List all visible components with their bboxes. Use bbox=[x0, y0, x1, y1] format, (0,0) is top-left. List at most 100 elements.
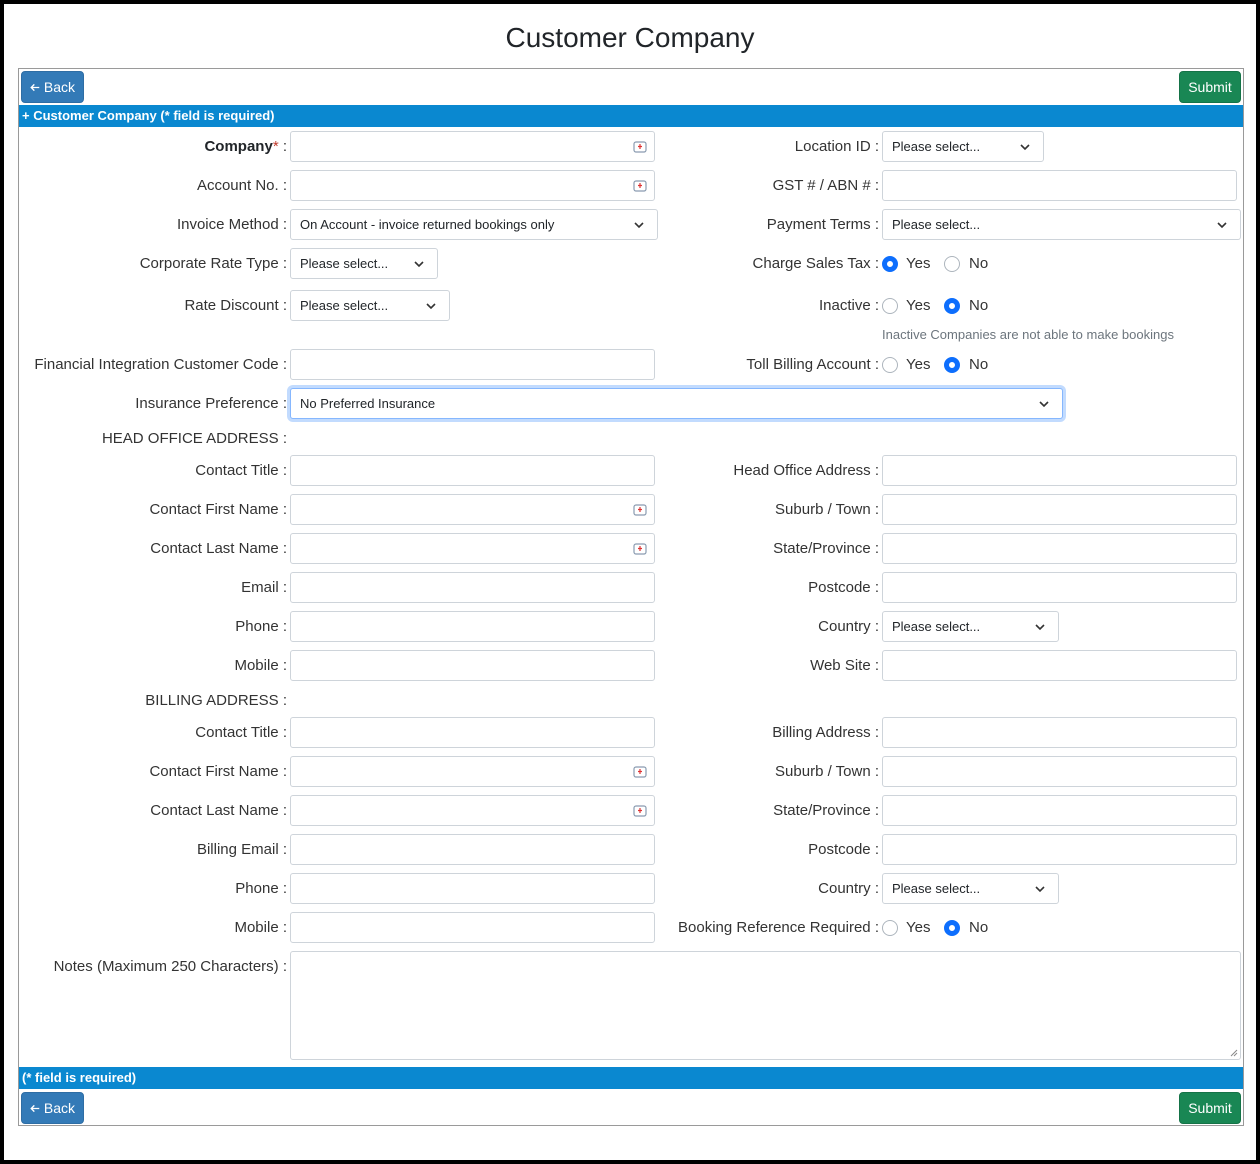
back-label: Back bbox=[43, 79, 75, 95]
notes-label: Notes (Maximum 250 Characters) : bbox=[53, 958, 287, 975]
billing-address-heading: BILLING ADDRESS : bbox=[145, 692, 287, 709]
inactive-label: Inactive : bbox=[818, 297, 879, 314]
head-contact-first-name-input[interactable] bbox=[290, 494, 655, 525]
web-site-label: Web Site : bbox=[810, 657, 879, 674]
invoice-method-select[interactable]: On Account - invoice returned bookings o… bbox=[290, 209, 658, 240]
account-no-input[interactable] bbox=[290, 170, 655, 201]
financial-code-input[interactable] bbox=[290, 349, 655, 380]
customer-company-panel: Back Submit + Customer Company (* field … bbox=[18, 68, 1244, 1126]
no-label: No bbox=[969, 919, 989, 936]
head-state-province-input[interactable] bbox=[882, 533, 1237, 564]
page-title: Customer Company bbox=[505, 22, 755, 53]
rate-discount-value: Please select... bbox=[300, 298, 389, 313]
submit-button-bottom[interactable]: Submit bbox=[1179, 1092, 1241, 1124]
charge-sales-tax-label: Charge Sales Tax : bbox=[752, 255, 879, 272]
yes-label: Yes bbox=[906, 919, 931, 936]
billing-phone-input[interactable] bbox=[290, 873, 655, 904]
billing-contact-first-name-input[interactable] bbox=[290, 756, 655, 787]
gst-abn-input[interactable] bbox=[882, 170, 1237, 201]
toll-billing-yes-radio[interactable] bbox=[882, 357, 898, 373]
booking-ref-yes-radio[interactable] bbox=[882, 920, 898, 936]
web-site-input[interactable] bbox=[882, 650, 1237, 681]
password-manager-icon bbox=[633, 805, 647, 817]
chevron-down-icon bbox=[414, 261, 424, 268]
invoice-method-label: Invoice Method : bbox=[176, 216, 287, 233]
yes-label: Yes bbox=[906, 297, 931, 314]
toll-billing-no-radio[interactable] bbox=[944, 357, 960, 373]
resize-grip-icon[interactable] bbox=[1230, 1049, 1238, 1057]
location-id-label: Location ID : bbox=[794, 138, 879, 155]
suburb-town-label: Suburb / Town : bbox=[775, 763, 879, 780]
booking-ref-no-radio[interactable] bbox=[944, 920, 960, 936]
head-contact-title-input[interactable] bbox=[290, 455, 655, 486]
head-phone-input[interactable] bbox=[290, 611, 655, 642]
rate-discount-select[interactable]: Please select... bbox=[290, 290, 450, 321]
head-country-select[interactable]: Please select... bbox=[882, 611, 1059, 642]
arrow-left-icon bbox=[30, 1104, 40, 1112]
password-manager-icon bbox=[633, 141, 647, 153]
section-header-bar[interactable]: + Customer Company (* field is required) bbox=[19, 105, 1243, 127]
rate-discount-label: Rate Discount : bbox=[184, 297, 287, 314]
location-id-value: Please select... bbox=[892, 139, 981, 154]
billing-postcode-input[interactable] bbox=[882, 834, 1237, 865]
chevron-down-icon bbox=[634, 222, 644, 229]
country-label: Country : bbox=[818, 880, 879, 897]
state-province-label: State/Province : bbox=[773, 540, 879, 557]
payment-terms-value: Please select... bbox=[892, 217, 981, 232]
chevron-down-icon bbox=[426, 303, 436, 310]
chevron-down-icon bbox=[1217, 222, 1227, 229]
billing-state-province-input[interactable] bbox=[882, 795, 1237, 826]
email-label: Email : bbox=[241, 579, 287, 596]
page-frame: Customer Company Back Submit + Customer … bbox=[4, 4, 1256, 1160]
head-mobile-input[interactable] bbox=[290, 650, 655, 681]
head-email-input[interactable] bbox=[290, 572, 655, 603]
head-postcode-input[interactable] bbox=[882, 572, 1237, 603]
notes-textarea[interactable] bbox=[290, 951, 1241, 1060]
location-id-select[interactable]: Please select... bbox=[882, 131, 1044, 162]
billing-mobile-input[interactable] bbox=[290, 912, 655, 943]
inactive-yes-radio[interactable] bbox=[882, 298, 898, 314]
charge-sales-tax-yes-radio[interactable] bbox=[882, 256, 898, 272]
corporate-rate-type-value: Please select... bbox=[300, 256, 389, 271]
password-manager-icon bbox=[633, 504, 647, 516]
company-input[interactable] bbox=[290, 131, 655, 162]
section-footer-bar: (* field is required) bbox=[19, 1067, 1243, 1089]
payment-terms-select[interactable]: Please select... bbox=[882, 209, 1241, 240]
chevron-down-icon bbox=[1035, 886, 1045, 893]
phone-label: Phone : bbox=[235, 880, 287, 897]
postcode-label: Postcode : bbox=[808, 579, 879, 596]
no-label: No bbox=[969, 297, 989, 314]
billing-country-select[interactable]: Please select... bbox=[882, 873, 1059, 904]
submit-button-top[interactable]: Submit bbox=[1179, 71, 1241, 103]
head-office-address-input[interactable] bbox=[882, 455, 1237, 486]
invoice-method-value: On Account - invoice returned bookings o… bbox=[300, 217, 555, 232]
corporate-rate-type-select[interactable]: Please select... bbox=[290, 248, 438, 279]
contact-last-name-label: Contact Last Name : bbox=[150, 802, 287, 819]
back-button-top[interactable]: Back bbox=[21, 71, 84, 103]
billing-address-input[interactable] bbox=[882, 717, 1237, 748]
billing-email-input[interactable] bbox=[290, 834, 655, 865]
back-button-bottom[interactable]: Back bbox=[21, 1092, 84, 1124]
contact-title-label: Contact Title : bbox=[195, 724, 287, 741]
billing-suburb-town-input[interactable] bbox=[882, 756, 1237, 787]
gst-abn-label: GST # / ABN # : bbox=[772, 177, 879, 194]
billing-contact-last-name-input[interactable] bbox=[290, 795, 655, 826]
yes-label: Yes bbox=[906, 356, 931, 373]
password-manager-icon bbox=[633, 180, 647, 192]
charge-sales-tax-no-radio[interactable] bbox=[944, 256, 960, 272]
arrow-left-icon bbox=[30, 83, 40, 91]
contact-first-name-label: Contact First Name : bbox=[149, 501, 287, 518]
chevron-down-icon bbox=[1020, 144, 1030, 151]
billing-contact-title-input[interactable] bbox=[290, 717, 655, 748]
head-contact-last-name-input[interactable] bbox=[290, 533, 655, 564]
contact-title-label: Contact Title : bbox=[195, 462, 287, 479]
head-office-address-heading: HEAD OFFICE ADDRESS : bbox=[101, 430, 287, 447]
insurance-pref-select[interactable]: No Preferred Insurance bbox=[290, 388, 1063, 419]
contact-first-name-label: Contact First Name : bbox=[149, 763, 287, 780]
head-suburb-town-input[interactable] bbox=[882, 494, 1237, 525]
mobile-label: Mobile : bbox=[234, 657, 287, 674]
inactive-no-radio[interactable] bbox=[944, 298, 960, 314]
phone-label: Phone : bbox=[235, 618, 287, 635]
billing-country-value: Please select... bbox=[892, 881, 981, 896]
chevron-down-icon bbox=[1039, 401, 1049, 408]
